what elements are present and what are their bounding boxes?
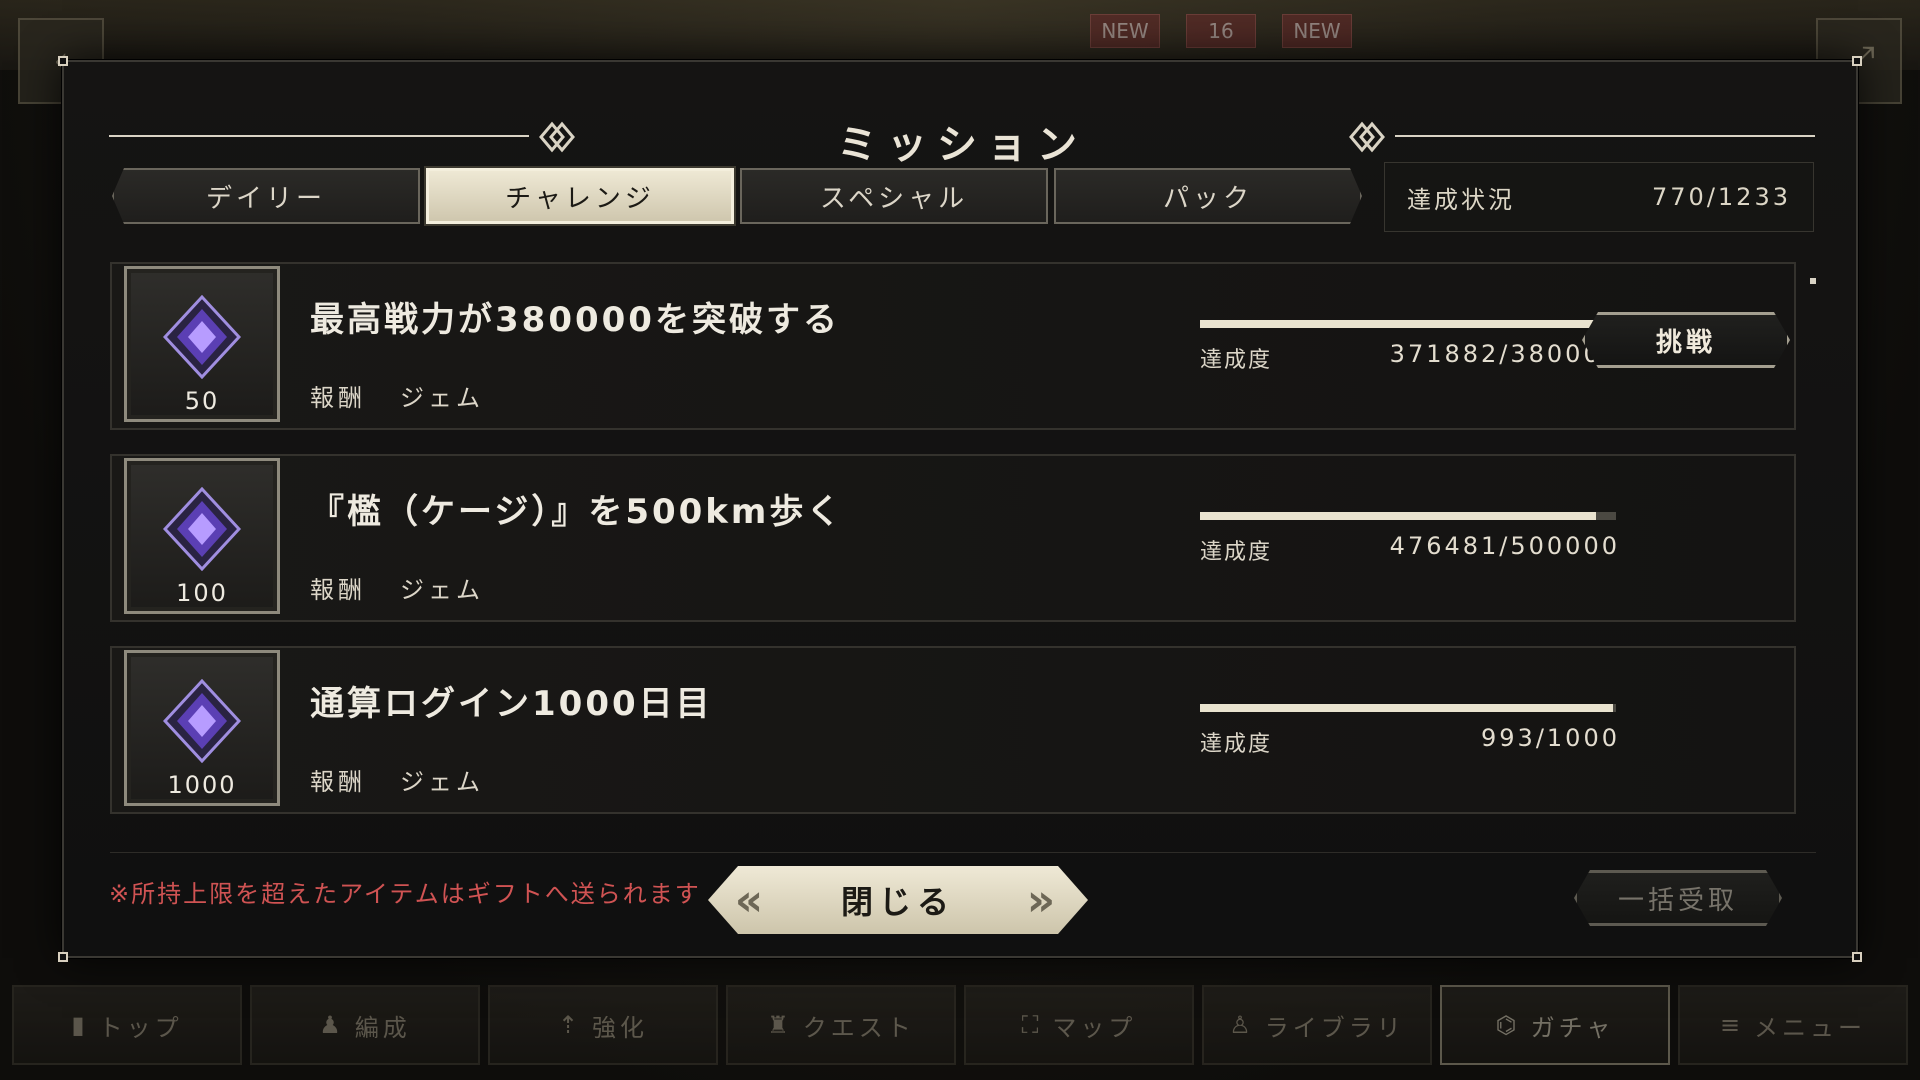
nav-label: マップ <box>1052 1013 1137 1042</box>
nav-home: ▮ トップ <box>12 985 242 1065</box>
reward-label: 報酬 <box>310 768 366 796</box>
reward-count: 1000 <box>167 771 237 799</box>
challenge-button[interactable]: 挑戦 <box>1582 312 1790 368</box>
title-line-right <box>1395 135 1815 137</box>
nav-label: ガチャ <box>1530 1013 1615 1042</box>
progress-value: 993/1000 <box>1481 724 1620 752</box>
tab-special[interactable]: スペシャル <box>740 168 1048 224</box>
corner-ornament <box>1852 56 1862 66</box>
reward-name: ジェム <box>400 768 484 796</box>
chevron-right-icon: » <box>1026 874 1062 926</box>
nav-label: クエスト <box>802 1013 915 1042</box>
mission-reward: 報酬 ジェム <box>310 762 484 797</box>
library-icon: ♙ <box>1229 1011 1255 1039</box>
mission-title: 最高戦力が380000を突破する <box>310 300 840 340</box>
corner-ornament <box>58 952 68 962</box>
corner-ornament <box>1852 952 1862 962</box>
gem-icon <box>163 679 241 763</box>
progress-bar <box>1200 512 1616 520</box>
nav-label: 強化 <box>592 1013 649 1042</box>
nav-menu: ≡ メニュー <box>1678 985 1908 1065</box>
mission-item: 100 『檻（ケージ）』を500km歩く 報酬 ジェム 達成度 476481/5… <box>110 454 1796 622</box>
home-icon: ▮ <box>71 1011 89 1039</box>
corner-ornament <box>58 56 68 66</box>
nav-map: ⛶ マップ <box>964 985 1194 1065</box>
tab-challenge[interactable]: チャレンジ <box>426 168 734 224</box>
diamond-ornament-icon <box>1349 121 1385 153</box>
formation-icon: ♟ <box>319 1011 345 1039</box>
gem-icon <box>163 487 241 571</box>
summary-value: 770/1233 <box>1652 183 1791 211</box>
achievement-summary: 達成状況 770/1233 <box>1384 162 1814 232</box>
close-label: 閉じる <box>840 883 955 921</box>
nav-upgrade: ⇡ 強化 <box>488 985 718 1065</box>
progress-value: 371882/380000 <box>1389 340 1620 368</box>
progress-bar <box>1200 320 1616 328</box>
bottom-navigation: ▮ トップ ♟ 編成 ⇡ 強化 ♜ クエスト ⛶ マップ ♙ ライブラリ ⌬ ガチャ ≡ メニュ… <box>0 985 1920 1080</box>
badge: NEW <box>1090 14 1160 48</box>
mission-item: 1000 通算ログイン1000日目 報酬 ジェム 達成度 993/1000 <box>110 646 1796 814</box>
scroll-indicator[interactable] <box>1810 278 1816 284</box>
menu-icon: ≡ <box>1719 1011 1745 1039</box>
mission-reward: 報酬 ジェム <box>310 378 484 413</box>
mission-title: 『檻（ケージ）』を500km歩く <box>310 492 844 532</box>
reward-name: ジェム <box>400 384 484 412</box>
reward-item: 50 <box>124 266 280 422</box>
reward-count: 100 <box>176 579 228 607</box>
nav-library: ♙ ライブラリ <box>1202 985 1432 1065</box>
mission-title: 通算ログイン1000日目 <box>310 684 713 724</box>
bulk-receive-button[interactable]: 一括受取 <box>1574 870 1782 926</box>
reward-label: 報酬 <box>310 576 366 604</box>
reward-name: ジェム <box>400 576 484 604</box>
upgrade-icon: ⇡ <box>557 1011 583 1039</box>
progress-label: 達成度 <box>1200 348 1273 373</box>
badge: 16 <box>1186 14 1256 48</box>
progress-fill <box>1200 512 1597 520</box>
map-icon: ⛶ <box>1021 1011 1043 1039</box>
nav-label: ライブラリ <box>1264 1013 1405 1042</box>
gem-icon <box>163 295 241 379</box>
progress-label: 達成度 <box>1200 732 1273 757</box>
progress-value: 476481/500000 <box>1389 532 1620 560</box>
gift-notice: ※所持上限を超えたアイテムはギフトへ送られます <box>109 880 701 908</box>
tab-daily[interactable]: デイリー <box>112 168 420 224</box>
reward-label: 報酬 <box>310 384 366 412</box>
mission-item: 50 最高戦力が380000を突破する 報酬 ジェム 達成度 371882/38… <box>110 262 1796 430</box>
footer-divider <box>110 852 1816 853</box>
top-badges: NEW 16 NEW <box>1090 14 1352 48</box>
nav-label: 編成 <box>354 1013 411 1042</box>
nav-quest: ♜ クエスト <box>726 985 956 1065</box>
progress-fill <box>1200 704 1614 712</box>
nav-formation: ♟ 編成 <box>250 985 480 1065</box>
mission-reward: 報酬 ジェム <box>310 570 484 605</box>
nav-label: トップ <box>98 1013 183 1042</box>
progress-label: 達成度 <box>1200 540 1273 565</box>
badge: NEW <box>1282 14 1352 48</box>
reward-count: 50 <box>184 387 220 415</box>
tab-pack[interactable]: パック <box>1054 168 1362 224</box>
progress-fill <box>1200 320 1608 328</box>
nav-gacha: ⌬ ガチャ <box>1440 985 1670 1065</box>
close-button[interactable]: « 閉じる » <box>708 866 1088 934</box>
reward-item: 1000 <box>124 650 280 806</box>
mission-tabs: デイリー チャレンジ スペシャル パック <box>112 168 1362 224</box>
gacha-icon: ⌬ <box>1495 1011 1521 1039</box>
chevron-left-icon: « <box>734 874 770 926</box>
mission-dialog: ミッション デイリー チャレンジ スペシャル パック 達成状況 770/1233… <box>58 56 1862 962</box>
nav-label: メニュー <box>1754 1013 1867 1042</box>
summary-label: 達成状況 <box>1407 185 1515 214</box>
reward-item: 100 <box>124 458 280 614</box>
title-row: ミッション <box>109 112 1815 168</box>
quest-icon: ♜ <box>767 1011 793 1039</box>
progress-bar <box>1200 704 1616 712</box>
